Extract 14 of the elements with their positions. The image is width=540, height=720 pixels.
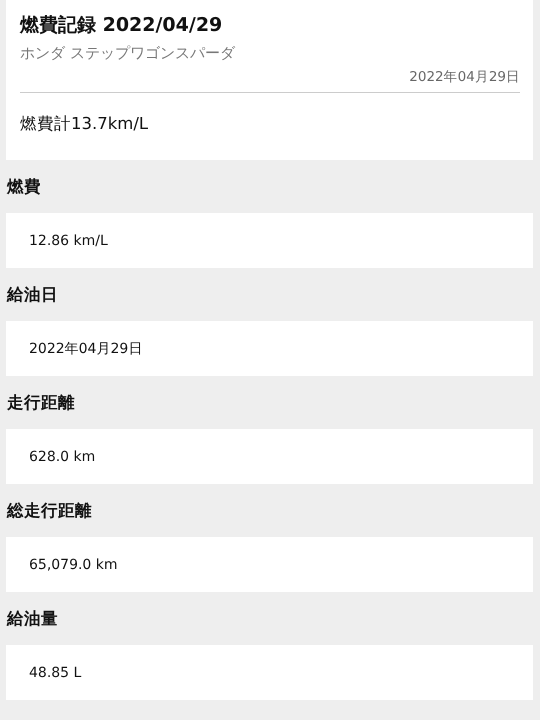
field-label: 総走行距離 [7,500,92,522]
record-title: 燃費記録 2022/04/29 [20,13,224,38]
field-value: 65,079.0 km [6,537,533,592]
field-label: 給油日 [7,284,58,306]
meter-reading: 燃費計13.7km/L [20,113,150,135]
record-date: 2022年04月29日 [408,68,520,86]
field-value: 12.86 km/L [6,213,533,268]
field-label: 燃費 [7,176,41,198]
field-value: 628.0 km [6,429,533,484]
field-label: 走行距離 [7,392,75,414]
field-label: 給油量 [7,608,58,630]
vehicle-name: ホンダ ステップワゴンスパーダ [20,43,236,64]
field-value: 2022年04月29日 [6,321,533,376]
field-value: 48.85 L [6,645,533,700]
